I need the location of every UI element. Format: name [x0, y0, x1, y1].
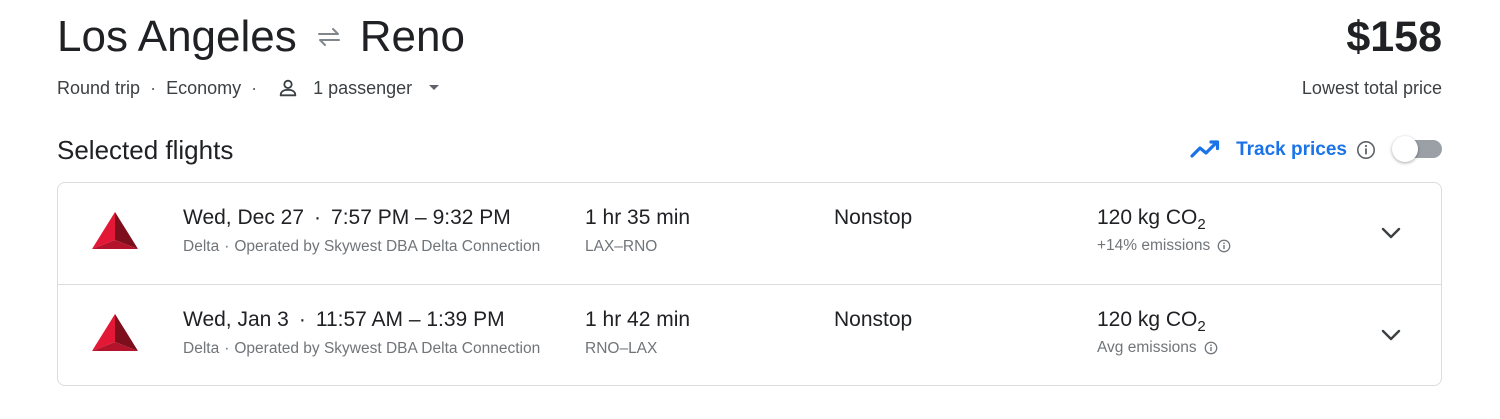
- caret-down-icon: [428, 84, 440, 92]
- airline-name: Delta: [183, 238, 220, 255]
- trip-type: Round trip: [57, 78, 141, 98]
- passenger-selector[interactable]: 1 passenger: [267, 76, 440, 100]
- co2-text: 120 kg CO: [1097, 308, 1198, 331]
- flight-times: Wed, Dec 27 · 7:57 PM – 9:32 PM: [183, 204, 511, 232]
- track-prices-link[interactable]: Track prices: [1190, 137, 1376, 163]
- separator-dot: ·: [224, 238, 230, 255]
- co2-text: 120 kg CO: [1097, 206, 1198, 229]
- airline-name: Delta: [183, 340, 220, 357]
- flight-airports: LAX–RNO: [585, 238, 658, 255]
- operator-name: Operated by Skywest DBA Delta Connection: [234, 238, 541, 255]
- delta-logo-icon: [91, 313, 139, 353]
- chevron-down-icon[interactable]: [1377, 219, 1405, 247]
- flight-time-range: 11:57 AM – 1:39 PM: [315, 308, 505, 331]
- section-title: Selected flights: [57, 135, 234, 165]
- passenger-count: 1 passenger: [313, 78, 413, 98]
- flight-time-range: 7:57 PM – 9:32 PM: [331, 206, 511, 229]
- emissions-info: Avg emissions: [1097, 338, 1218, 358]
- total-price: $158: [1346, 13, 1442, 61]
- flight-row-return[interactable]: Wed, Jan 3 · 11:57 AM – 1:39 PM Delta · Oper…: [58, 284, 1441, 385]
- trip-options: Round trip · Economy · 1 passenger: [57, 76, 440, 100]
- track-prices-label: Track prices: [1236, 139, 1347, 160]
- separator-dot: ·: [251, 78, 258, 98]
- flight-airports: RNO–LAX: [585, 340, 658, 357]
- emissions-info: +14% emissions: [1097, 236, 1231, 256]
- route-title: Los Angeles Reno: [57, 10, 465, 64]
- info-icon[interactable]: [1217, 239, 1231, 253]
- flight-date: Wed, Jan 3: [183, 308, 289, 331]
- selected-flights-card: Wed, Dec 27 · 7:57 PM – 9:32 PM Delta · Oper…: [57, 182, 1442, 386]
- flight-summary-page: Los Angeles Reno $158 Lowest total price…: [0, 0, 1500, 419]
- trending-icon: [1190, 139, 1222, 161]
- emissions-label: Avg emissions: [1097, 339, 1197, 356]
- co2-value: 120 kg CO2: [1097, 306, 1206, 334]
- chevron-down-icon[interactable]: [1377, 321, 1405, 349]
- separator-dot: ·: [150, 78, 157, 98]
- person-icon: [277, 77, 299, 99]
- track-prices-toggle[interactable]: [1392, 136, 1442, 162]
- toggle-knob: [1392, 136, 1418, 162]
- price-caption: Lowest total price: [1301, 78, 1442, 98]
- flight-row-outbound[interactable]: Wed, Dec 27 · 7:57 PM – 9:32 PM Delta · Oper…: [58, 183, 1441, 284]
- emissions-label: +14% emissions: [1097, 237, 1211, 254]
- airline-info: Delta · Operated by Skywest DBA Delta Conn…: [183, 237, 540, 257]
- co2-subscript: 2: [1197, 216, 1206, 233]
- cabin-class: Economy: [166, 78, 242, 98]
- info-icon[interactable]: [1356, 140, 1376, 160]
- flight-stops: Nonstop: [834, 206, 913, 229]
- flight-duration: 1 hr 42 min: [585, 308, 691, 331]
- swap-horizontal-icon: [313, 21, 345, 53]
- delta-logo-icon: [91, 211, 139, 251]
- origin-city: Los Angeles: [57, 12, 297, 61]
- airline-info: Delta · Operated by Skywest DBA Delta Conn…: [183, 339, 540, 359]
- separator-dot: ·: [224, 340, 230, 357]
- destination-city: Reno: [359, 12, 465, 61]
- flight-duration: 1 hr 35 min: [585, 206, 691, 229]
- separator-dot: ·: [314, 206, 322, 229]
- separator-dot: ·: [298, 308, 306, 331]
- operator-name: Operated by Skywest DBA Delta Connection: [234, 340, 541, 357]
- flight-times: Wed, Jan 3 · 11:57 AM – 1:39 PM: [183, 306, 505, 334]
- co2-subscript: 2: [1197, 318, 1206, 335]
- co2-value: 120 kg CO2: [1097, 204, 1206, 232]
- flight-date: Wed, Dec 27: [183, 206, 305, 229]
- info-icon[interactable]: [1204, 341, 1218, 355]
- flight-stops: Nonstop: [834, 308, 913, 331]
